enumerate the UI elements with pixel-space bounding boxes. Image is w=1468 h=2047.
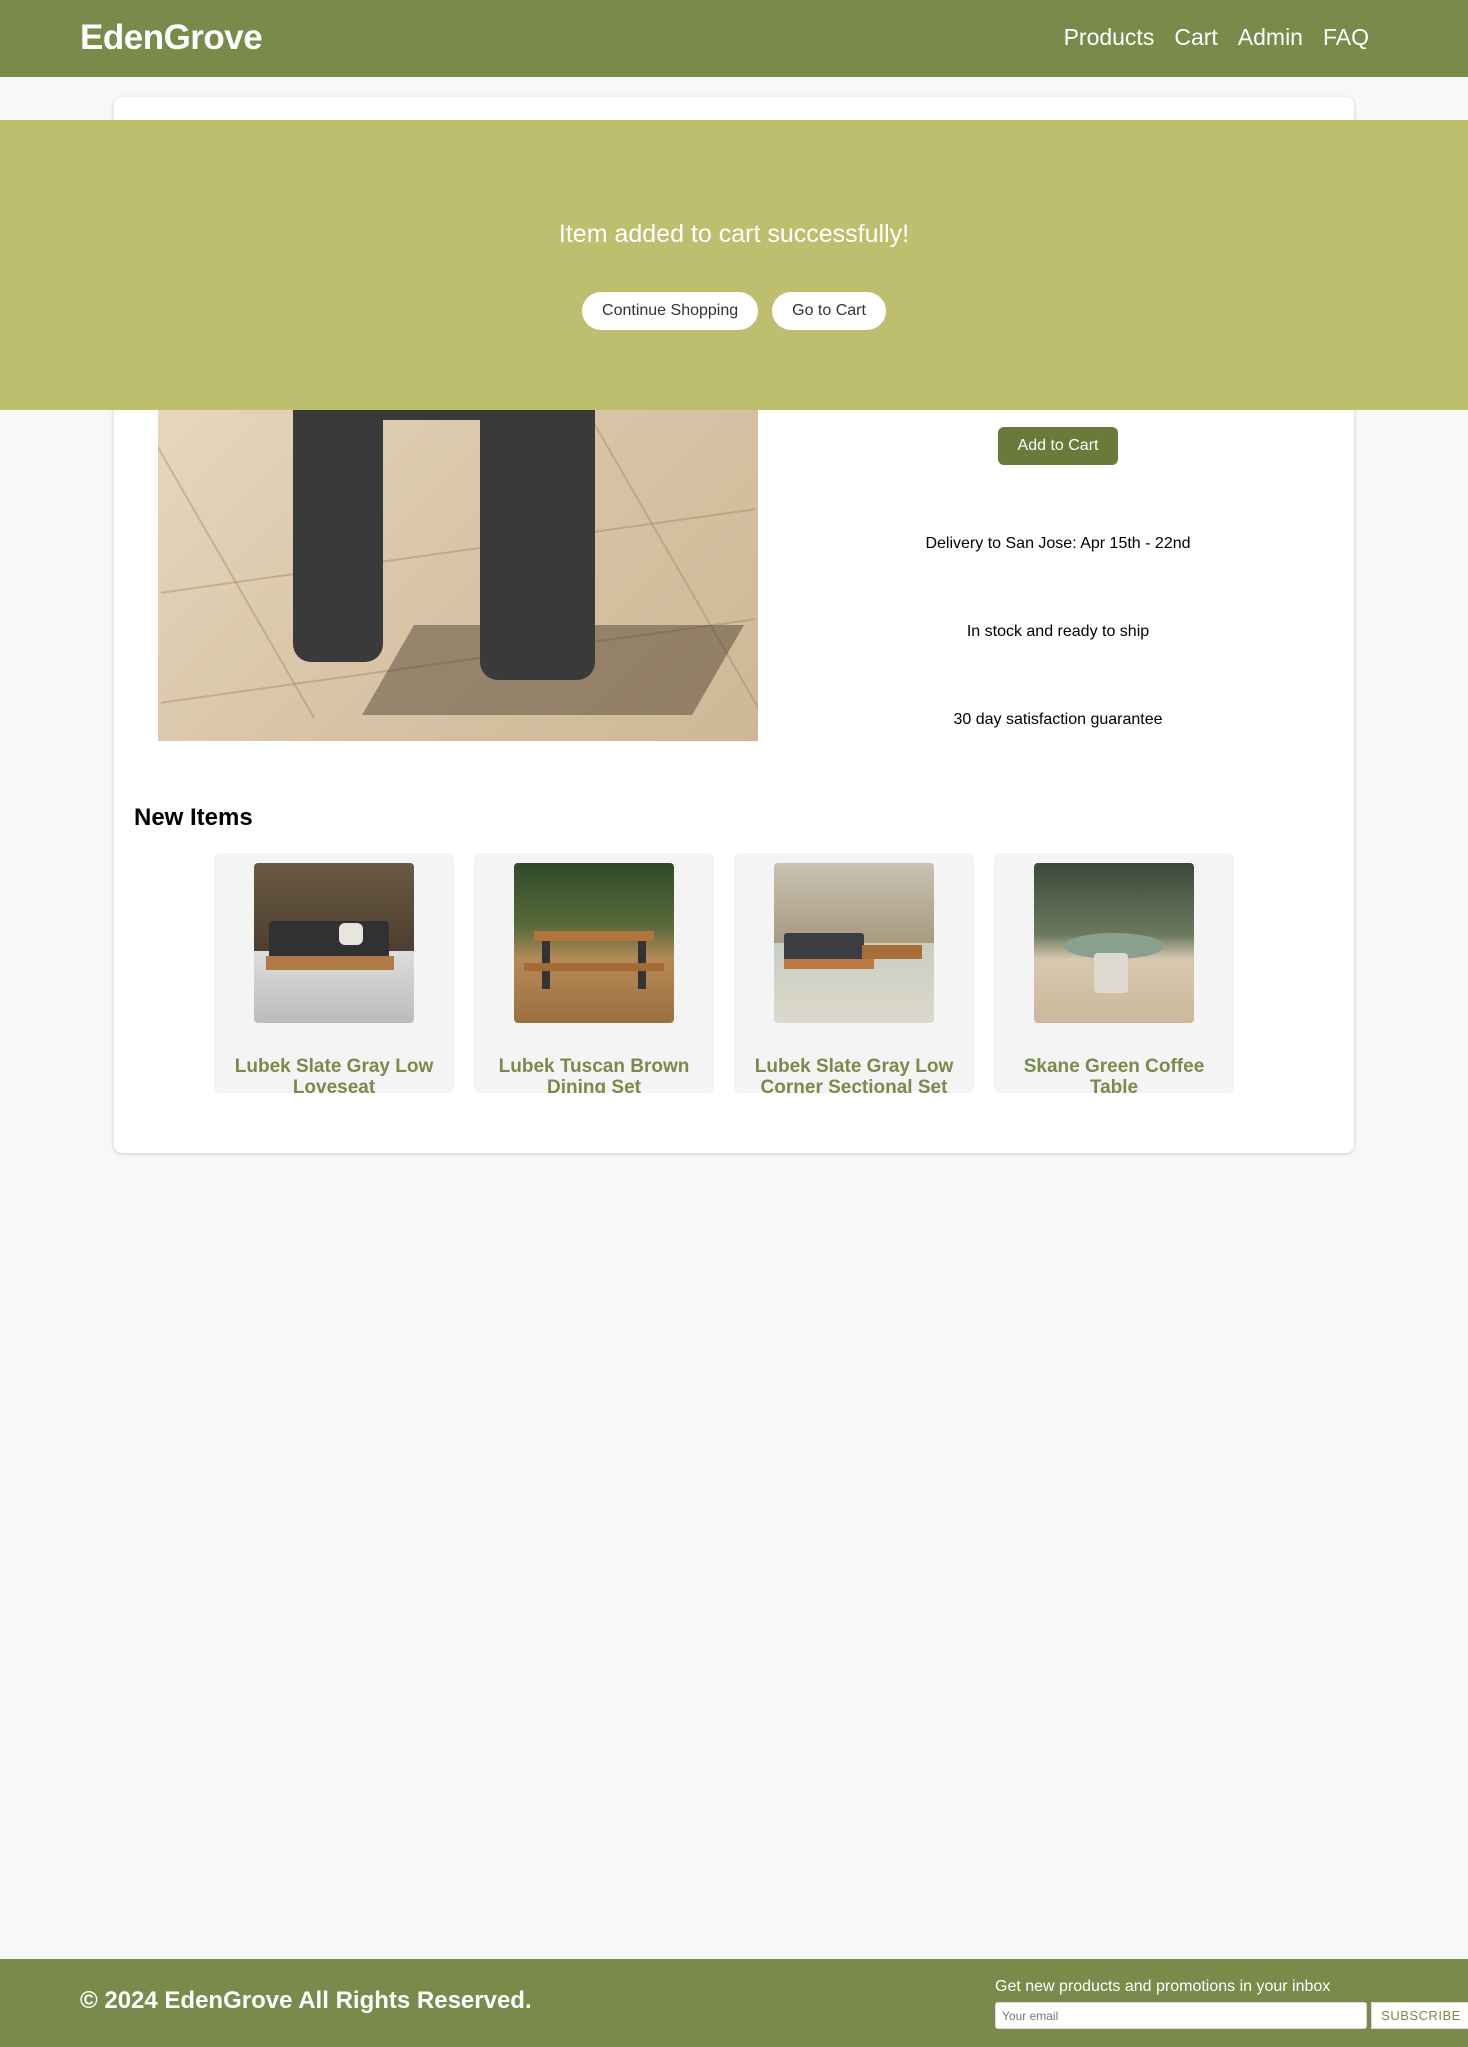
product-image bbox=[158, 400, 758, 741]
nav-faq[interactable]: FAQ bbox=[1323, 24, 1369, 51]
main-nav: Products Cart Admin FAQ bbox=[1064, 24, 1369, 51]
stock-info: In stock and ready to ship bbox=[966, 623, 1150, 640]
delivery-info: Delivery to San Jose: Apr 15th - 22nd bbox=[925, 535, 1191, 552]
guarantee-info: 30 day satisfaction guarantee bbox=[953, 711, 1163, 728]
success-message: Item added to cart successfully! bbox=[558, 220, 910, 248]
new-items-list: Lubek Slate Gray Low Loveseat Lubek Tusc… bbox=[214, 853, 1234, 1093]
subscribe-button[interactable]: SUBSCRIBE bbox=[1371, 2002, 1468, 2029]
new-items-heading: New Items bbox=[134, 804, 253, 831]
product-tile[interactable]: Skane Green Coffee Table bbox=[994, 853, 1234, 1093]
product-name[interactable]: Lubek Tuscan Brown Dining Set bbox=[484, 1056, 704, 1093]
product-name[interactable]: Skane Green Coffee Table bbox=[1004, 1056, 1224, 1093]
product-thumbnail bbox=[254, 863, 414, 1023]
nav-products[interactable]: Products bbox=[1064, 24, 1155, 51]
product-tile[interactable]: Lubek Slate Gray Low Loveseat bbox=[214, 853, 454, 1093]
nav-cart[interactable]: Cart bbox=[1174, 24, 1217, 51]
product-thumbnail bbox=[1034, 863, 1194, 1023]
continue-shopping-button[interactable]: Continue Shopping bbox=[582, 292, 759, 330]
brand-logo[interactable]: EdenGrove bbox=[80, 18, 263, 58]
site-header: EdenGrove Products Cart Admin FAQ bbox=[0, 0, 1468, 77]
product-thumbnail bbox=[514, 863, 674, 1023]
product-name[interactable]: Lubek Slate Gray Low Loveseat bbox=[224, 1056, 444, 1093]
copyright-text: © 2024 EdenGrove All Rights Reserved. bbox=[80, 1987, 532, 2014]
product-tile[interactable]: Lubek Slate Gray Low Corner Sectional Se… bbox=[734, 853, 974, 1093]
product-name[interactable]: Lubek Slate Gray Low Corner Sectional Se… bbox=[744, 1056, 964, 1093]
modal-actions: Continue Shopping Go to Cart bbox=[0, 292, 1468, 330]
add-to-cart-button[interactable]: Add to Cart bbox=[998, 427, 1118, 465]
product-tile[interactable]: Lubek Tuscan Brown Dining Set bbox=[474, 853, 714, 1093]
go-to-cart-button[interactable]: Go to Cart bbox=[772, 292, 886, 330]
product-thumbnail bbox=[774, 863, 934, 1023]
site-footer: © 2024 EdenGrove All Rights Reserved. Ge… bbox=[0, 1959, 1468, 2047]
email-input[interactable] bbox=[995, 2002, 1367, 2029]
newsletter-label: Get new products and promotions in your … bbox=[995, 1978, 1331, 1995]
nav-admin[interactable]: Admin bbox=[1238, 24, 1303, 51]
cart-success-modal: Item added to cart successfully! Continu… bbox=[0, 120, 1468, 410]
